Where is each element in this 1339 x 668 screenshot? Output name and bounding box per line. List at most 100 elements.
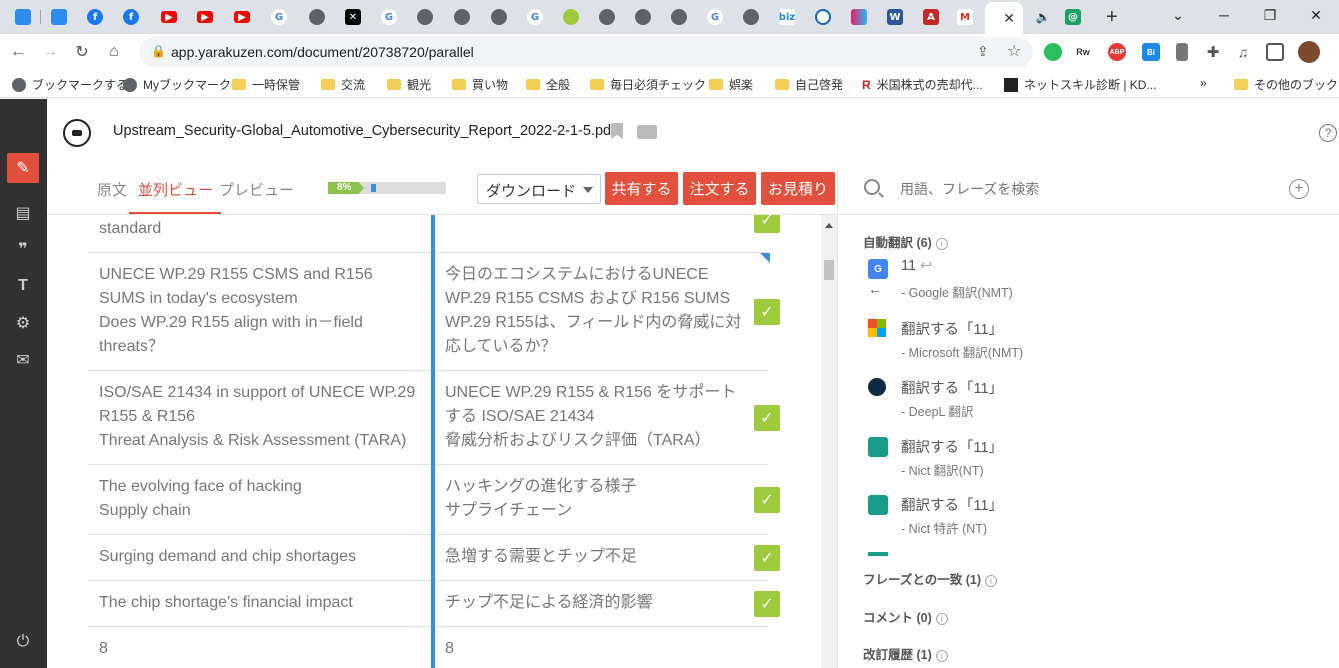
confirmed-checkbox[interactable]: ✓	[754, 299, 780, 325]
evernote-icon[interactable]	[1044, 43, 1062, 61]
address-bar[interactable]: 🔒 app.yarakuzen.com/document/20738720/pa…	[139, 37, 1033, 67]
order-button[interactable]: 注文する	[683, 172, 756, 205]
info-icon[interactable]: i	[935, 237, 948, 250]
tab-google-3[interactable]: G	[518, 4, 552, 30]
tab-globe-5[interactable]	[590, 4, 624, 30]
target-segment[interactable]: チップ不足による経済的影響	[445, 591, 745, 615]
quote-button[interactable]: お見積り	[761, 172, 835, 205]
home-icon[interactable]: ⌂	[104, 42, 124, 62]
share-icon[interactable]: ⇪	[977, 43, 989, 60]
target-segment[interactable]: ハッキングの進化する様子 サプライチェーン	[445, 475, 745, 523]
bookmark-item[interactable]: R 米国株式の売却代...	[862, 76, 983, 93]
adblock-icon[interactable]: ABP	[1108, 43, 1126, 61]
more-bookmarks-icon[interactable]: »	[1200, 76, 1207, 90]
download-select[interactable]: ダウンロード	[477, 174, 601, 204]
table-row[interactable]: Surging demand and chip shortages 急増する需要…	[88, 535, 780, 581]
bookmark-folder[interactable]: 娯楽	[709, 76, 753, 93]
revision-history-heading[interactable]: 改訂履歴 (1) i	[863, 644, 948, 663]
text-icon[interactable]: T	[12, 275, 34, 297]
target-segment[interactable]: UNECE WP.29 R155 & R156 をサポートする ISO/SAE …	[445, 381, 745, 453]
bookmark-folder[interactable]: 一時保管	[232, 76, 300, 93]
confirmed-checkbox[interactable]: ✓	[754, 545, 780, 571]
term-search-input[interactable]	[900, 175, 1260, 203]
tab-globe-4[interactable]	[482, 4, 516, 30]
insert-arrow-icon[interactable]: ←	[868, 281, 882, 297]
tab-youtube-3[interactable]: ▶	[225, 4, 259, 30]
source-segment[interactable]: 8	[99, 637, 419, 661]
tab-at[interactable]: @	[1056, 4, 1090, 30]
table-row[interactable]: ISO/SAE 21434 in support of UNECE WP.29 …	[88, 371, 780, 465]
help-icon[interactable]: ?	[1319, 124, 1337, 142]
scroll-up-icon[interactable]	[825, 219, 833, 228]
bookmark-folder[interactable]: 観光	[387, 76, 431, 93]
confirmed-checkbox[interactable]: ✓	[754, 215, 780, 233]
confirmed-checkbox[interactable]: ✓	[754, 487, 780, 513]
add-term-icon[interactable]: +	[1289, 179, 1309, 199]
target-segment[interactable]: 急増する需要とチップ不足	[445, 545, 745, 569]
target-segment[interactable]: 8	[445, 637, 745, 661]
restore-icon[interactable]: ❐	[1247, 0, 1293, 30]
tab-circle[interactable]	[806, 4, 840, 30]
tab-parallel[interactable]: 並列ビュー	[129, 179, 222, 214]
rw-icon[interactable]: Rw	[1074, 43, 1092, 61]
puzzle-icon[interactable]: ✚	[1204, 43, 1222, 61]
tab-globe-2[interactable]	[408, 4, 442, 30]
bookmark-icon[interactable]	[611, 123, 623, 139]
source-segment[interactable]: standard	[99, 217, 419, 241]
confirmed-checkbox[interactable]: ✓	[754, 405, 780, 431]
tab-kanji-2[interactable]	[42, 4, 76, 30]
bookmark-item[interactable]: ネットスキル診断 | KD...	[1004, 76, 1156, 93]
tab-globe-8[interactable]	[734, 4, 768, 30]
power-icon[interactable]: ⏻	[12, 631, 34, 653]
tab-x[interactable]: ✕	[336, 4, 370, 30]
info-icon[interactable]: i	[985, 574, 998, 587]
forward-icon[interactable]: →	[40, 42, 60, 62]
bookmark-folder[interactable]: 交流	[321, 76, 365, 93]
mt-text[interactable]: 翻訳する「11」	[901, 377, 1003, 398]
confirmed-checkbox[interactable]: ✓	[754, 591, 780, 617]
undo-icon[interactable]: ↩	[920, 258, 932, 274]
tab-original[interactable]: 原文	[97, 179, 127, 200]
comment-heading[interactable]: コメント (0) i	[863, 607, 948, 626]
extension-bar-icon[interactable]	[1176, 43, 1188, 61]
tab-gmail[interactable]: M	[948, 4, 982, 30]
auto-translation-heading[interactable]: 自動翻訳 (6) i	[863, 232, 948, 251]
active-tab[interactable]: ✕	[985, 2, 1023, 34]
minimize-icon[interactable]: ─	[1201, 0, 1247, 30]
target-segment[interactable]: 今日のエコシステムにおけるUNECE WP.29 R155 CSMS および R…	[445, 263, 745, 359]
phrase-match-heading[interactable]: フレーズとの一致 (1) i	[863, 569, 998, 588]
bookmark-item[interactable]: Myブックマーク	[123, 76, 231, 93]
new-tab-icon[interactable]: +	[1106, 6, 1118, 29]
tab-google-4[interactable]: G	[698, 4, 732, 30]
tab-globe-7[interactable]	[662, 4, 696, 30]
tab-globe[interactable]	[300, 4, 334, 30]
table-row[interactable]: The evolving face of hacking Supply chain…	[88, 465, 780, 535]
tab-facebook-2[interactable]: f	[114, 4, 148, 30]
bookmark-folder-other[interactable]: その他のブックマーク	[1234, 76, 1339, 93]
bi-icon[interactable]: Bi	[1142, 43, 1160, 61]
tab-preview[interactable]: プレビュー	[219, 179, 294, 200]
source-segment[interactable]: Surging demand and chip shortages	[99, 545, 419, 569]
window-close-icon[interactable]: ✕	[1293, 0, 1339, 30]
source-segment[interactable]: UNECE WP.29 R155 CSMS and R156 SUMS in t…	[99, 263, 419, 359]
tab-word[interactable]: W	[878, 4, 912, 30]
app-logo[interactable]	[63, 119, 91, 147]
source-segment[interactable]: The evolving face of hacking Supply chain	[99, 475, 419, 523]
tab-facebook[interactable]: f	[78, 4, 112, 30]
gear-icon[interactable]: ⚙	[12, 312, 34, 334]
table-row[interactable]: 8 8	[88, 627, 768, 668]
bookmark-folder[interactable]: 全般	[526, 76, 570, 93]
tab-audio[interactable]: 🔈	[1026, 4, 1060, 30]
tab-google[interactable]: G	[262, 4, 296, 30]
quote-icon[interactable]: ❞	[12, 238, 34, 260]
tab-google-2[interactable]: G	[372, 4, 406, 30]
tab-search-icon[interactable]: ⌄	[1155, 0, 1201, 30]
bookmark-item[interactable]: ブックマークする	[12, 76, 128, 93]
mt-text[interactable]: 翻訳する「11」	[901, 436, 1003, 457]
back-icon[interactable]: ←	[8, 42, 28, 62]
star-icon[interactable]: ☆	[1007, 41, 1021, 61]
mt-text[interactable]: 翻訳する「11」	[901, 494, 1003, 515]
tab-youtube-2[interactable]: ▶	[188, 4, 222, 30]
source-segment[interactable]: The chip shortage's financial impact	[99, 591, 419, 615]
document-icon[interactable]: ▤	[12, 202, 34, 224]
